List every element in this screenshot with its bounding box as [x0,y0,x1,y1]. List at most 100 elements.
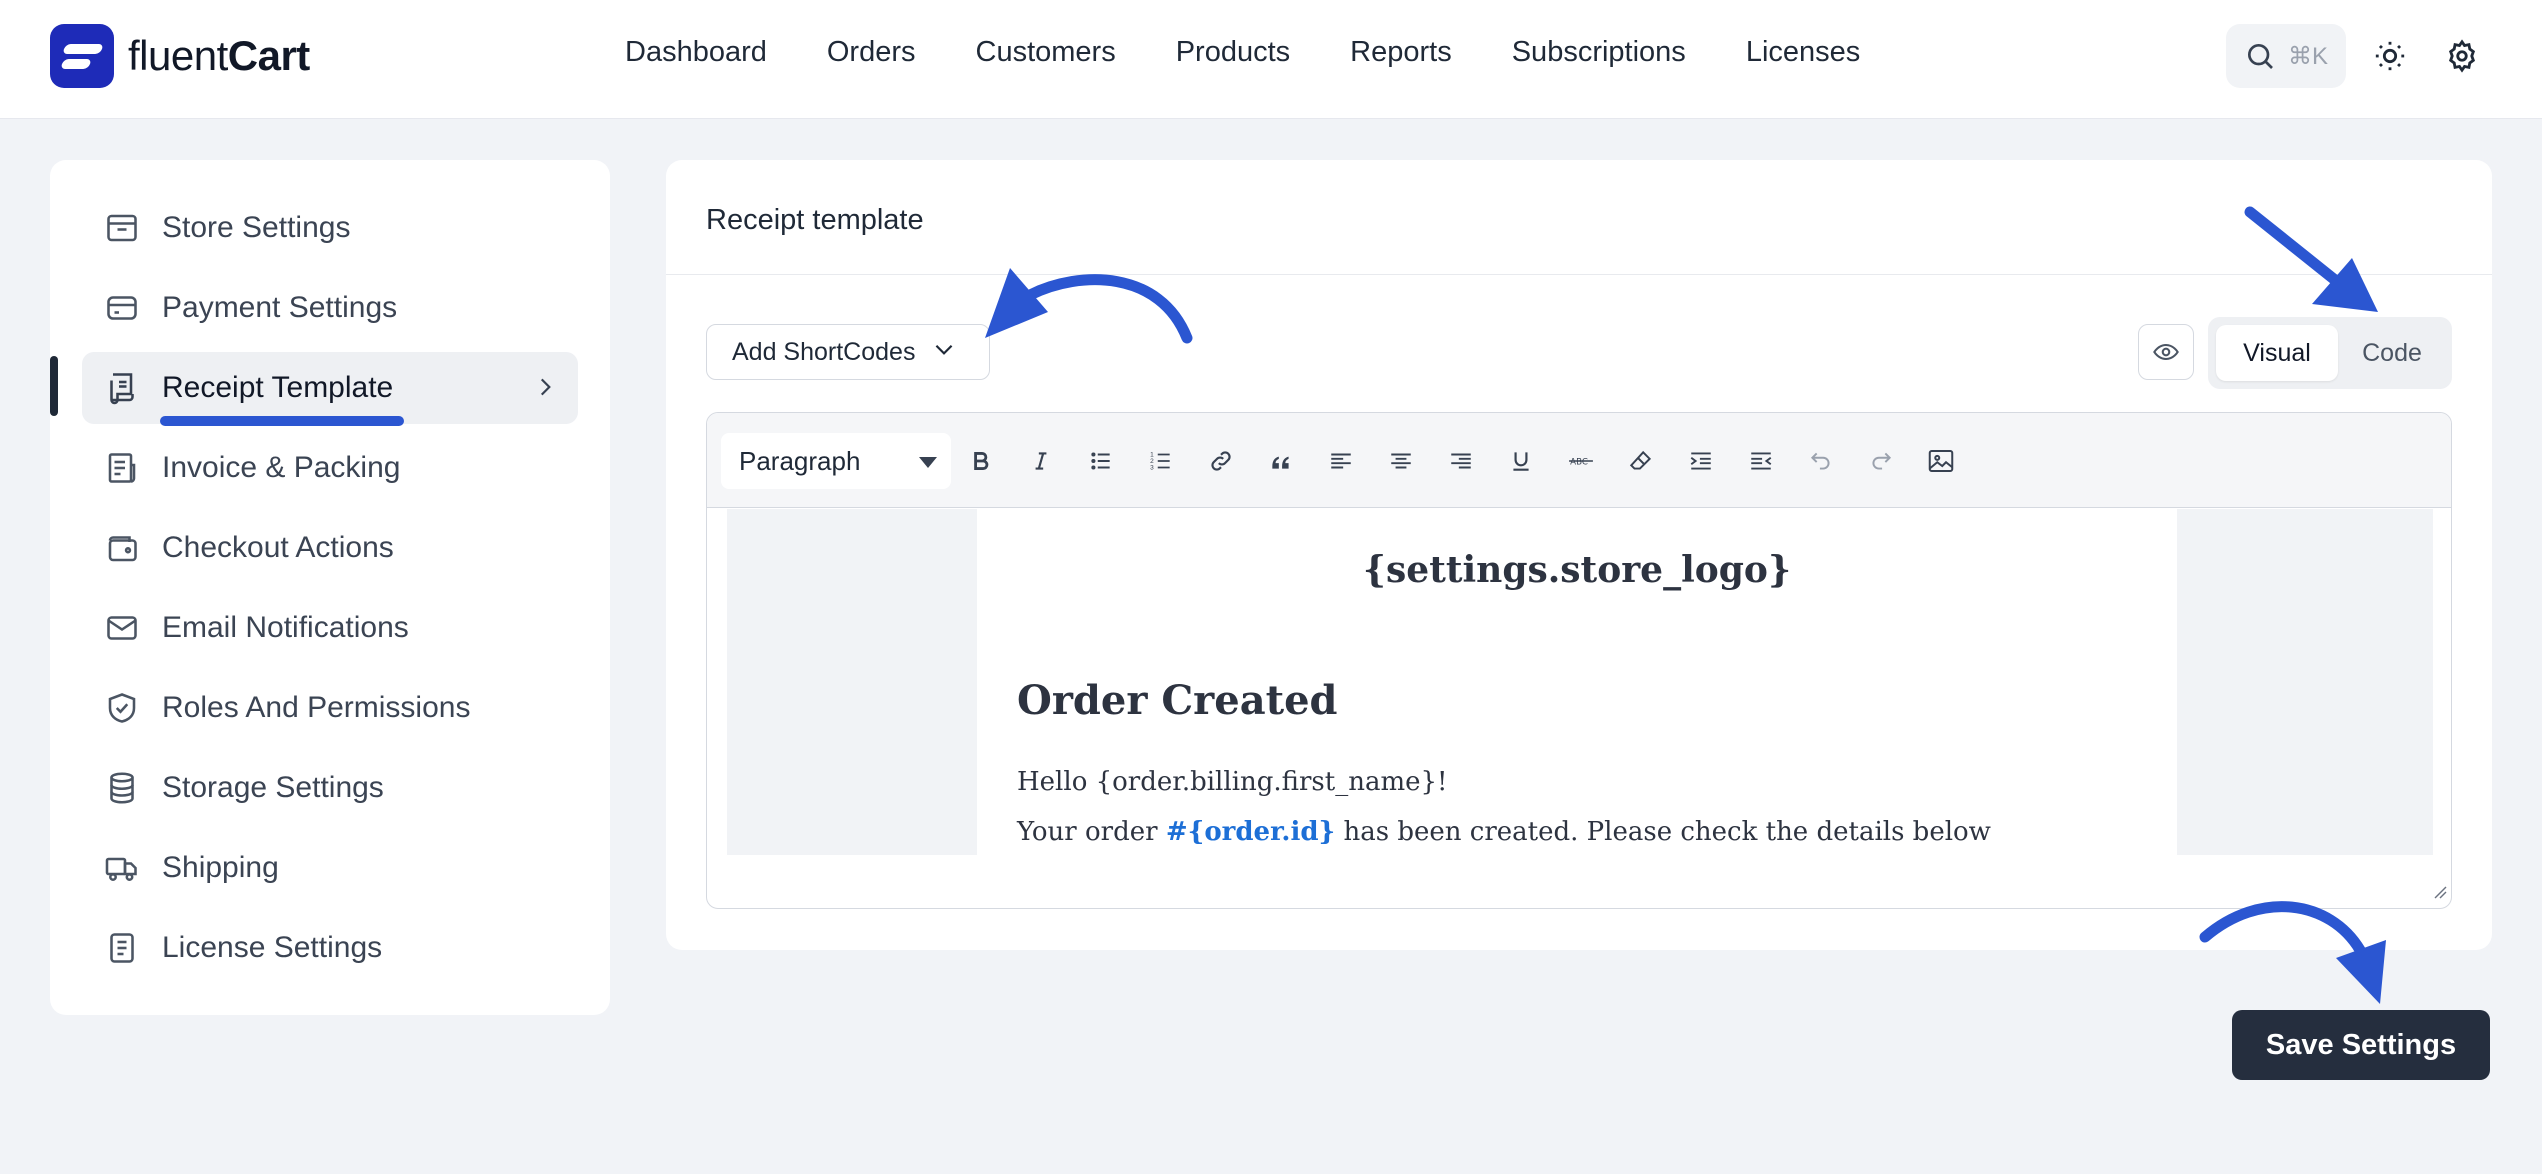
underline-icon [1508,448,1534,474]
main-nav: Dashboard Orders Customers Products Repo… [625,36,1920,69]
card-icon [102,288,142,328]
chevron-down-icon [931,336,957,369]
receipt-document[interactable]: {settings.store_logo} Order Created Hell… [977,509,2177,855]
redo-icon [1868,448,1894,474]
editor-toolbar: Paragraph 123 ABC [707,413,2452,508]
annotation-underline [160,416,404,426]
clear-format-button[interactable] [1621,441,1661,481]
order-line-prefix: Your order [1017,817,1166,847]
nav-item-products[interactable]: Products [1176,36,1290,69]
document-icon [102,928,142,968]
gear-icon [2445,39,2479,73]
sidebar-item-shipping[interactable]: Shipping [82,832,578,904]
align-center-button[interactable] [1381,441,1421,481]
sidebar-item-label: Payment Settings [162,291,397,325]
quote-button[interactable] [1261,441,1301,481]
search-icon [2244,40,2276,72]
strikethrough-icon: ABC [1568,448,1594,474]
nav-item-licenses[interactable]: Licenses [1746,36,1860,69]
sidebar-item-label: Storage Settings [162,771,384,805]
nav-item-orders[interactable]: Orders [827,36,916,69]
truck-icon [102,848,142,888]
search-button[interactable]: ⌘K [2226,24,2346,88]
sidebar-item-label: Invoice & Packing [162,451,400,485]
redo-button[interactable] [1861,441,1901,481]
align-left-button[interactable] [1321,441,1361,481]
wallet-icon [102,528,142,568]
settings-button[interactable] [2442,36,2482,76]
svg-text:3: 3 [1150,465,1154,472]
sidebar-item-label: Checkout Actions [162,531,394,565]
sidebar-item-payment-settings[interactable]: Payment Settings [82,272,578,344]
bullet-list-button[interactable] [1081,441,1121,481]
code-mode-button[interactable]: Code [2340,325,2444,381]
greeting-line: Hello {order.billing.first_name}! [1017,767,1448,797]
page-title: Receipt template [706,204,924,237]
italic-icon [1028,448,1054,474]
bold-button[interactable] [961,441,1001,481]
order-line: Your order #{order.id} has been created.… [1017,817,1991,847]
add-shortcodes-label: Add ShortCodes [732,338,915,367]
quote-icon [1268,448,1294,474]
sidebar-item-label: Roles And Permissions [162,691,470,725]
sidebar-item-license-settings[interactable]: License Settings [82,912,578,984]
align-right-button[interactable] [1441,441,1481,481]
rich-text-editor[interactable]: Paragraph 123 ABC {settings.store_logo} [706,412,2452,909]
dropdown-arrow-icon [919,457,937,468]
undo-icon [1808,448,1834,474]
brand-logo[interactable]: fluentCart [50,24,310,88]
search-shortcut: ⌘K [2288,42,2328,71]
italic-button[interactable] [1021,441,1061,481]
save-settings-button[interactable]: Save Settings [2232,1010,2490,1080]
database-icon [102,768,142,808]
insert-image-button[interactable] [1921,441,1961,481]
outdent-button[interactable] [1741,441,1781,481]
nav-item-dashboard[interactable]: Dashboard [625,36,767,69]
chevron-right-icon [532,374,558,405]
nav-item-subscriptions[interactable]: Subscriptions [1512,36,1686,69]
add-shortcodes-button[interactable]: Add ShortCodes [706,324,990,380]
numbered-list-icon: 123 [1148,448,1174,474]
resize-handle-icon[interactable] [2431,883,2447,904]
sidebar-item-storage-settings[interactable]: Storage Settings [82,752,578,824]
theme-toggle-button[interactable] [2370,36,2410,76]
active-item-indicator [50,356,58,416]
sidebar-item-roles-permissions[interactable]: Roles And Permissions [82,672,578,744]
sidebar-item-checkout-actions[interactable]: Checkout Actions [82,512,578,584]
link-button[interactable] [1201,441,1241,481]
nav-item-reports[interactable]: Reports [1350,36,1452,69]
sidebar-item-label: License Settings [162,931,382,965]
receipt-template-card: Receipt template Add ShortCodes Visual C… [666,160,2492,950]
sidebar-item-store-settings[interactable]: Store Settings [82,192,578,264]
sidebar-item-email-notifications[interactable]: Email Notifications [82,592,578,664]
numbered-list-button[interactable]: 123 [1141,441,1181,481]
underline-button[interactable] [1501,441,1541,481]
format-select[interactable]: Paragraph [721,433,951,489]
store-logo-placeholder: {settings.store_logo} [977,549,2177,591]
align-left-icon [1328,448,1354,474]
nav-item-customers[interactable]: Customers [976,36,1116,69]
format-select-value: Paragraph [739,446,860,477]
align-right-icon [1448,448,1474,474]
visual-mode-button[interactable]: Visual [2216,325,2338,381]
outdent-icon [1748,448,1774,474]
align-center-icon [1388,448,1414,474]
order-id-link[interactable]: #{order.id} [1166,817,1335,847]
settings-sidebar: Store Settings Payment Settings Receipt … [50,160,610,1015]
preview-button[interactable] [2138,324,2194,380]
sun-icon [2373,39,2407,73]
receipt-icon [102,368,142,408]
image-icon [1926,446,1956,476]
eye-icon [2152,338,2180,366]
undo-button[interactable] [1801,441,1841,481]
strikethrough-button[interactable]: ABC [1561,441,1601,481]
editor-mode-toggle: Visual Code [2208,317,2452,389]
top-navigation-bar: fluentCart Dashboard Orders Customers Pr… [0,0,2542,119]
mail-icon [102,608,142,648]
logo-mark-icon [50,24,114,88]
document-heading: Order Created [1017,677,1338,724]
sidebar-item-invoice-packing[interactable]: Invoice & Packing [82,432,578,504]
order-line-suffix: has been created. Please check the detai… [1335,817,1991,847]
indent-button[interactable] [1681,441,1721,481]
sidebar-item-receipt-template[interactable]: Receipt Template [82,352,578,424]
